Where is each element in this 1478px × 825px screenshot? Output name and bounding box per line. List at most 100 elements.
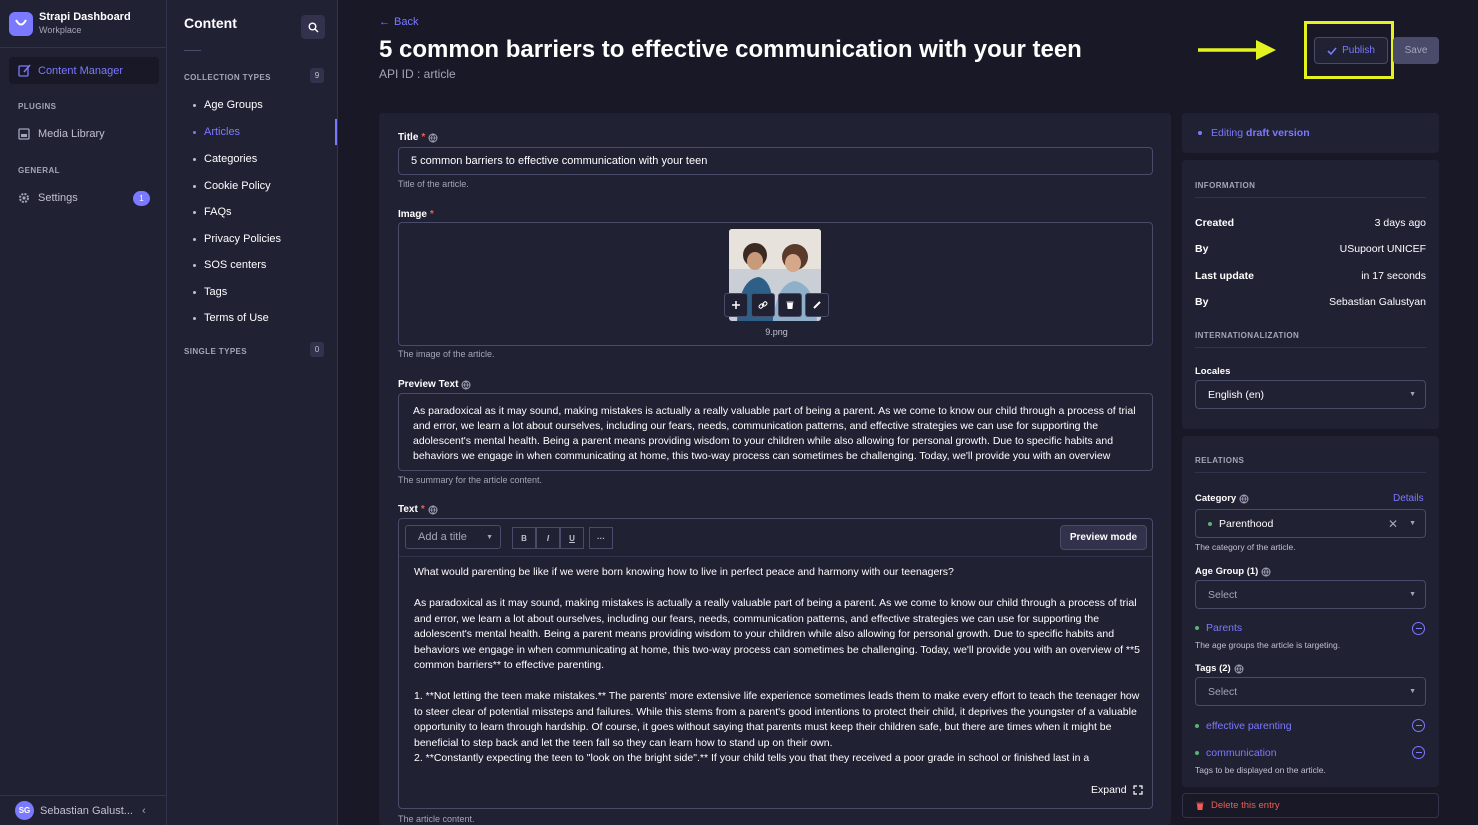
age-group-label: Age Group (1) (1195, 566, 1271, 577)
more-options-button[interactable]: ··· (589, 527, 613, 549)
nav-content-manager-label: Content Manager (38, 64, 123, 77)
tags-placeholder: Select (1208, 685, 1238, 698)
add-image-button[interactable] (724, 293, 748, 317)
subnav-item-tags[interactable]: Tags (193, 286, 227, 298)
subnav-item-sos-centers[interactable]: SOS centers (193, 259, 266, 271)
globe-icon (428, 133, 438, 143)
text-field-label: Text * (398, 504, 438, 515)
category-select[interactable]: Parenthood ✕ ▼ (1195, 509, 1426, 538)
save-button[interactable]: Save (1393, 37, 1439, 64)
tags-select[interactable]: Select ▼ (1195, 677, 1426, 706)
subnav-item-privacy-policies[interactable]: Privacy Policies (193, 233, 281, 245)
copy-link-button[interactable] (751, 293, 775, 317)
text-editor: Add a title ▼ B I U ··· Preview mode Wha… (398, 518, 1153, 809)
back-label: Back (394, 16, 419, 28)
divider (1195, 197, 1426, 198)
expand-label: Expand (1091, 784, 1127, 796)
nav-settings-label: Settings (38, 192, 78, 204)
subnav-divider (184, 50, 201, 51)
brand[interactable]: Strapi Dashboard Workplace (0, 0, 166, 48)
category-label: Category (1195, 493, 1249, 504)
globe-icon (461, 380, 471, 390)
caret-down-icon: ▼ (486, 533, 493, 541)
settings-badge: 1 (133, 191, 150, 206)
preview-hint: The summary for the article content. (398, 475, 543, 485)
image-label-text: Image (398, 209, 427, 220)
age-group-label-text: Age Group (1) (1195, 566, 1259, 577)
globe-icon (1261, 567, 1271, 577)
title-input[interactable]: 5 common barriers to effective communica… (398, 147, 1153, 175)
brand-workplace: Workplace (39, 25, 82, 35)
remove-parents-button[interactable] (1412, 622, 1425, 635)
collection-types-label[interactable]: COLLECTION TYPES (184, 73, 271, 82)
age-group-select[interactable]: Select ▼ (1195, 580, 1426, 609)
category-details-link[interactable]: Details (1393, 493, 1424, 504)
editor-paragraph: What would parenting be like if we were … (414, 566, 954, 578)
globe-icon (1234, 664, 1244, 674)
remove-tag-button[interactable] (1412, 719, 1425, 732)
divider (1195, 347, 1426, 348)
subnav-item-terms-of-use[interactable]: Terms of Use (193, 312, 269, 324)
subnav-item-faqs[interactable]: FAQs (193, 206, 232, 218)
search-icon (308, 22, 319, 33)
nav-media-library[interactable]: Media Library (18, 128, 105, 140)
age-group-hint: The age groups the article is targeting. (1195, 640, 1341, 650)
nav-section-general: GENERAL (18, 166, 60, 175)
subnav-item-label: Terms of Use (204, 312, 269, 324)
image-field-label: Image * (398, 209, 434, 220)
subnav-item-age-groups[interactable]: Age Groups (193, 99, 263, 111)
heading-select[interactable]: Add a title ▼ (405, 525, 501, 549)
preview-label-text: Preview Text (398, 379, 459, 390)
back-link[interactable]: ← Back (379, 16, 418, 28)
underline-button[interactable]: U (560, 527, 584, 549)
remove-tag-button[interactable] (1412, 746, 1425, 759)
check-icon (1327, 46, 1337, 55)
editor-content[interactable]: What would parenting be like if we were … (414, 565, 1142, 769)
delete-entry-button[interactable]: Delete this entry (1182, 793, 1439, 818)
italic-button[interactable]: I (536, 527, 560, 549)
preview-text-input[interactable]: As paradoxical as it may sound, making m… (398, 393, 1153, 471)
subnav-item-cookie-policy[interactable]: Cookie Policy (193, 180, 271, 192)
subnav-item-categories[interactable]: Categories (193, 153, 257, 165)
locale-value: English (en) (1208, 388, 1265, 401)
subnav-item-label: Tags (204, 286, 228, 298)
published-dot (1208, 521, 1212, 526)
publish-button[interactable]: Publish (1314, 37, 1388, 64)
tag-item-label: effective parenting (1206, 720, 1292, 732)
published-dot (1195, 724, 1199, 728)
status-dot (1198, 131, 1202, 135)
collapse-nav-icon[interactable]: ‹ (142, 805, 146, 817)
single-types-label[interactable]: SINGLE TYPES (184, 347, 247, 356)
globe-icon (428, 505, 438, 515)
tag-item-effective-parenting[interactable]: effective parenting (1195, 720, 1426, 732)
published-dot (1195, 626, 1199, 630)
tags-hint: Tags to be displayed on the article. (1195, 765, 1326, 775)
api-id: API ID : article (379, 67, 456, 81)
age-group-item-parents[interactable]: Parents (1195, 622, 1426, 634)
edit-image-button[interactable] (805, 293, 829, 317)
divider (1195, 472, 1426, 473)
subnav-item-label: FAQs (204, 206, 232, 218)
preview-mode-button[interactable]: Preview mode (1060, 525, 1147, 550)
trash-icon (786, 301, 794, 309)
image-field[interactable]: 9.png (398, 222, 1153, 346)
relations-card (1182, 436, 1439, 787)
editing-version: draft version (1246, 127, 1310, 139)
clear-icon[interactable]: ✕ (1388, 517, 1398, 531)
delete-image-button[interactable] (778, 293, 802, 317)
subnav-search-button[interactable] (301, 15, 325, 39)
category-value: Parenthood (1219, 517, 1274, 530)
pencil-icon (18, 64, 31, 77)
collection-types-count: 9 (310, 68, 324, 83)
expand-button[interactable]: Expand (1091, 784, 1143, 796)
subnav-item-articles[interactable]: Articles (193, 126, 240, 138)
tag-item-communication[interactable]: communication (1195, 747, 1426, 759)
nav-settings[interactable]: Settings (18, 192, 78, 204)
text-label-text: Text (398, 504, 418, 515)
bold-button[interactable]: B (512, 527, 536, 549)
info-created-by: By USupoort UNICEF (1195, 243, 1426, 255)
subnav-item-label: Categories (204, 153, 258, 165)
nav-content-manager[interactable]: Content Manager (9, 57, 159, 84)
locale-select[interactable]: English (en) ▼ (1195, 380, 1426, 409)
info-last-update: Last update in 17 seconds (1195, 270, 1426, 282)
